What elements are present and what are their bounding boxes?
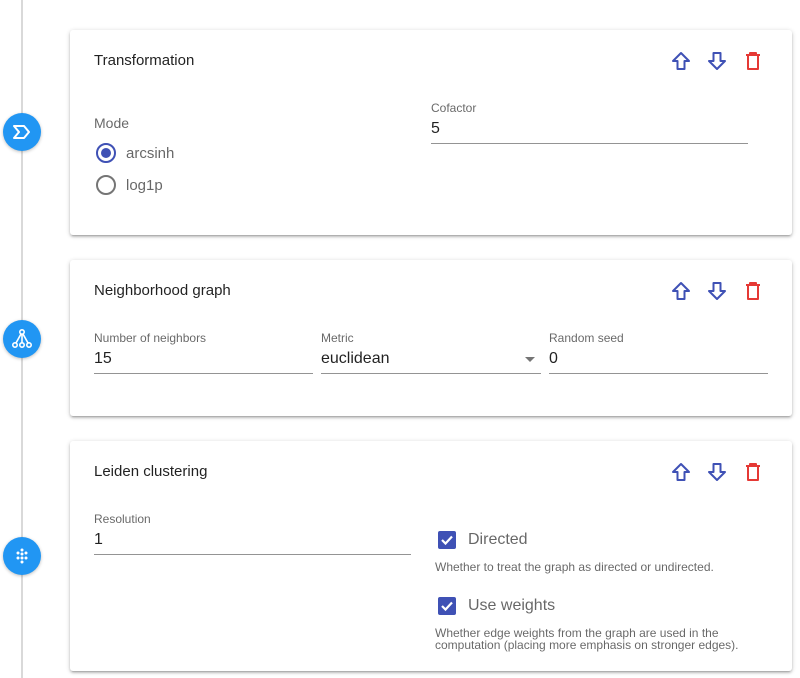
- radio-button[interactable]: [96, 175, 116, 195]
- trash-icon: [746, 282, 760, 300]
- move-up-button[interactable]: [670, 50, 692, 72]
- seed-input[interactable]: 0: [549, 346, 768, 374]
- metric-value: euclidean: [321, 350, 390, 367]
- cofactor-field[interactable]: Cofactor 5: [431, 100, 748, 144]
- mode-label: Mode: [94, 115, 130, 131]
- checkbox-label: Directed: [468, 531, 528, 548]
- step-icon-transformation: [3, 113, 41, 151]
- weights-checkbox[interactable]: [438, 597, 456, 615]
- check-icon: [441, 601, 453, 612]
- radio-arcsinh[interactable]: arcsinh: [96, 143, 174, 163]
- move-down-button[interactable]: [706, 50, 728, 72]
- arrow-up-icon: [672, 463, 690, 481]
- card-actions: [670, 280, 764, 302]
- arrow-down-icon: [708, 282, 726, 300]
- neighborhood-card: Neighborhood graph Number of neighbors 1…: [70, 260, 792, 416]
- card-title: Leiden clustering: [94, 463, 208, 480]
- delete-button[interactable]: [742, 50, 764, 72]
- arrow-down-icon: [708, 463, 726, 481]
- delete-button[interactable]: [742, 461, 764, 483]
- weights-checkbox-row[interactable]: Use weights: [438, 597, 555, 615]
- weights-hint: Whether edge weights from the graph are …: [435, 626, 739, 652]
- trash-icon: [746, 463, 760, 481]
- metric-select-value[interactable]: euclidean: [321, 346, 541, 374]
- neighbors-field[interactable]: Number of neighbors 15: [94, 330, 313, 374]
- step-icon-neighborhood: [3, 320, 41, 358]
- arrow-up-icon: [672, 282, 690, 300]
- sigma-icon: [13, 125, 30, 139]
- field-label: Resolution: [94, 512, 151, 526]
- arrow-down-icon: [708, 52, 726, 70]
- card-actions: [670, 461, 764, 483]
- delete-button[interactable]: [742, 280, 764, 302]
- arrow-up-icon: [672, 52, 690, 70]
- neighbors-input[interactable]: 15: [94, 346, 313, 374]
- card-title: Neighborhood graph: [94, 282, 231, 299]
- checkbox-label: Use weights: [468, 597, 556, 614]
- cluster-dots-icon: [16, 548, 28, 564]
- leiden-card: Leiden clustering Resolution 1 Directed …: [70, 441, 792, 671]
- radio-log1p[interactable]: log1p: [96, 175, 163, 195]
- radio-label: log1p: [126, 176, 163, 194]
- transformation-card: Transformation Mode arcsinh log1p Cofact…: [70, 30, 792, 235]
- field-label: Metric: [321, 331, 354, 345]
- field-label: Number of neighbors: [94, 331, 207, 345]
- trash-icon: [746, 52, 760, 70]
- seed-field[interactable]: Random seed 0: [549, 330, 768, 374]
- field-label: Cofactor: [431, 101, 477, 115]
- step-icon-leiden: [3, 537, 41, 575]
- directed-checkbox[interactable]: [438, 531, 456, 549]
- check-icon: [441, 535, 453, 546]
- resolution-field[interactable]: Resolution 1: [94, 511, 411, 555]
- dropdown-arrow-icon[interactable]: [525, 357, 535, 362]
- move-down-button[interactable]: [706, 461, 728, 483]
- radio-button-checked[interactable]: [96, 143, 116, 163]
- resolution-input[interactable]: 1: [94, 527, 411, 555]
- radio-label: arcsinh: [126, 144, 175, 162]
- graph-icon: [11, 328, 33, 349]
- move-down-button[interactable]: [706, 280, 728, 302]
- move-up-button[interactable]: [670, 461, 692, 483]
- card-actions: [670, 50, 764, 72]
- metric-select[interactable]: Metric euclidean: [321, 330, 541, 374]
- directed-hint: Whether to treat the graph as directed o…: [435, 560, 714, 574]
- cofactor-input[interactable]: 5: [431, 116, 748, 144]
- move-up-button[interactable]: [670, 280, 692, 302]
- card-title: Transformation: [94, 52, 195, 69]
- directed-checkbox-row[interactable]: Directed: [438, 531, 528, 549]
- field-label: Random seed: [549, 331, 624, 345]
